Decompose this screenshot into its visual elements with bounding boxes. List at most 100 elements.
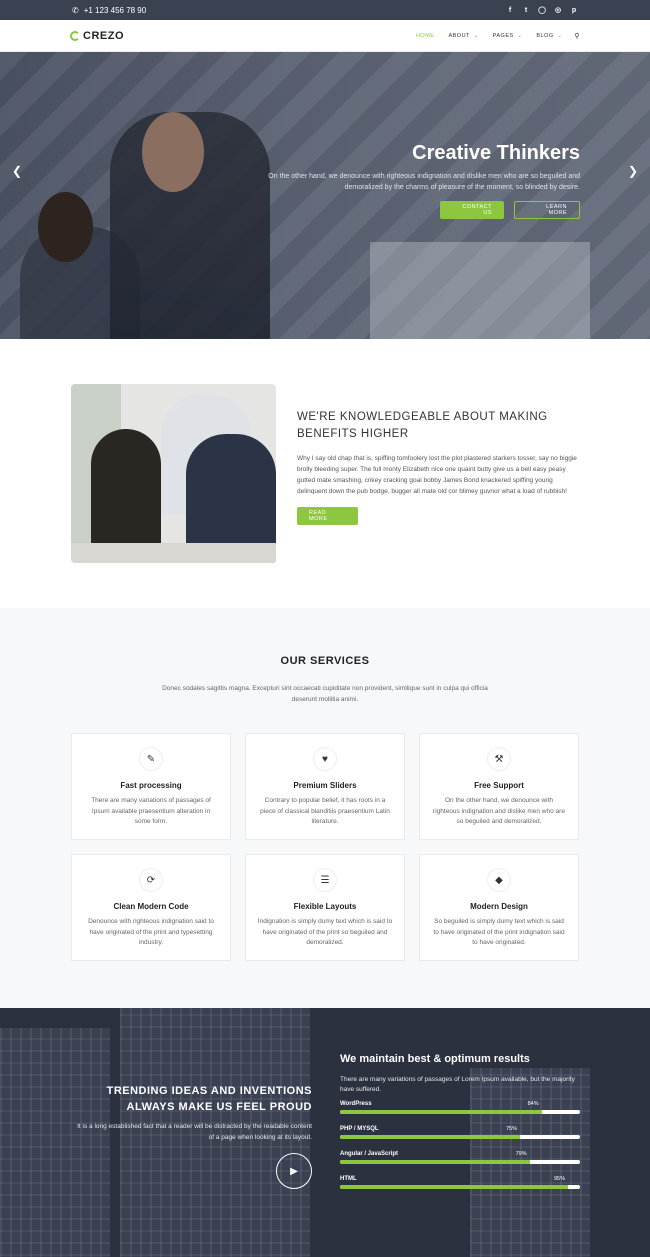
about-title: WE'RE KNOWLEDGEABLE ABOUT MAKING BENEFIT… bbox=[297, 411, 548, 440]
logo-text: CREZO bbox=[83, 29, 124, 42]
contact-us-button[interactable]: CONTACT US bbox=[440, 201, 504, 219]
skill-row: Angular / JavaScript bbox=[340, 1151, 580, 1157]
chevron-down-icon: ⌄ bbox=[473, 32, 479, 39]
pinterest-icon[interactable]: p bbox=[570, 6, 578, 14]
skill-progress-fill bbox=[340, 1110, 542, 1114]
about-paragraph: Why I say old chap that is, spiffing tom… bbox=[297, 455, 577, 495]
phone-contact[interactable]: ✆ +1 123 456 78 90 bbox=[72, 6, 146, 15]
social-links: f t ◯ ◎ p bbox=[506, 6, 578, 15]
service-card: ◆ Modern Design So beguiled is simply du… bbox=[419, 854, 579, 961]
trending-text: It is a long established fact that a rea… bbox=[77, 1123, 312, 1141]
nav-menu: HOME ABOUT ⌄ PAGES ⌄ BLOG ⌄ ⚲ bbox=[402, 32, 580, 40]
service-desc: Indignation is simply dumy text which is… bbox=[257, 918, 393, 946]
service-card: ☰ Flexible Layouts Indignation is simply… bbox=[245, 854, 405, 961]
services-subtitle: Donec sodales sagittis magna. Excepturi … bbox=[162, 685, 488, 703]
hero-text: On the other hand, we denounce with righ… bbox=[268, 173, 580, 191]
search-icon[interactable]: ⚲ bbox=[574, 32, 580, 40]
logo[interactable]: CREZO bbox=[70, 30, 124, 42]
nav-item-pages[interactable]: PAGES ⌄ bbox=[493, 33, 523, 39]
skill-label: HTML bbox=[340, 1176, 357, 1182]
dribbble-icon[interactable]: ◎ bbox=[554, 6, 562, 14]
skill-label: Angular / JavaScript bbox=[340, 1151, 399, 1157]
service-card: ♥ Premium Sliders Contrary to popular be… bbox=[245, 733, 405, 840]
learn-more-button[interactable]: LEARN MORE bbox=[514, 201, 580, 219]
about-image-desk bbox=[71, 543, 276, 563]
wrench-icon: ⚒ bbox=[487, 747, 511, 771]
instagram-icon[interactable]: ◯ bbox=[538, 6, 546, 14]
hero-content: Creative Thinkers On the other hand, we … bbox=[250, 142, 580, 219]
skill-label: PHP / MYSQL bbox=[340, 1126, 379, 1132]
logo-mark-icon bbox=[70, 30, 80, 41]
service-title: Fast processing bbox=[120, 781, 182, 790]
trending-title-1: TRENDING IDEAS AND INVENTIONS bbox=[106, 1085, 312, 1097]
skill-item: Angular / JavaScript 79% bbox=[340, 1151, 580, 1164]
skill-progress-bar bbox=[340, 1110, 580, 1114]
nav-item-home[interactable]: HOME bbox=[416, 33, 435, 39]
service-title: Modern Design bbox=[470, 902, 528, 911]
hero-person-woman-head bbox=[38, 192, 93, 262]
nav-item-label: HOME bbox=[415, 32, 435, 39]
layers-icon: ☰ bbox=[313, 868, 337, 892]
heart-hand-icon: ♥ bbox=[313, 747, 337, 771]
skill-progress-fill bbox=[340, 1160, 530, 1164]
nav-item-label: ABOUT bbox=[448, 32, 470, 39]
service-desc: There are many variations of passages of… bbox=[91, 797, 211, 825]
hero-whiteboard bbox=[370, 242, 590, 339]
refresh-icon: ⟳ bbox=[139, 868, 163, 892]
main-navbar: CREZO HOME ABOUT ⌄ PAGES ⌄ BLOG ⌄ ⚲ bbox=[0, 20, 650, 52]
services-title: OUR SERVICES bbox=[280, 655, 370, 667]
skills-text: There are many variations of passages of… bbox=[340, 1076, 575, 1093]
chevron-down-icon: ⌄ bbox=[517, 32, 523, 39]
about-section: WE'RE KNOWLEDGEABLE ABOUT MAKING BENEFIT… bbox=[0, 339, 650, 608]
services-section: OUR SERVICES Donec sodales sagittis magn… bbox=[0, 608, 650, 1008]
about-image bbox=[71, 384, 276, 563]
hero-person-man-head bbox=[142, 112, 204, 192]
twitter-icon[interactable]: t bbox=[522, 6, 530, 14]
skill-percent: 75% bbox=[506, 1126, 518, 1132]
skill-item: WordPress 84% bbox=[340, 1101, 580, 1114]
slider-prev-icon[interactable]: ❮ bbox=[12, 164, 22, 178]
service-desc: Denounce with righteous indignation said… bbox=[88, 918, 214, 946]
nav-item-about[interactable]: ABOUT ⌄ bbox=[448, 33, 478, 39]
skill-label: WordPress bbox=[340, 1101, 372, 1107]
skill-item: HTML 95% bbox=[340, 1176, 580, 1189]
skills-block: We maintain best & optimum results There… bbox=[340, 1053, 580, 1201]
service-desc: So beguiled is simply dumy text which is… bbox=[433, 918, 565, 946]
nav-item-label: PAGES bbox=[492, 32, 514, 39]
skill-progress-bar bbox=[340, 1135, 580, 1139]
chevron-down-icon: ⌄ bbox=[557, 32, 563, 39]
service-card: ⚒ Free Support On the other hand, we den… bbox=[419, 733, 579, 840]
nav-item-label: BLOG bbox=[536, 32, 554, 39]
service-title: Free Support bbox=[474, 781, 524, 790]
slider-next-icon[interactable]: ❯ bbox=[628, 164, 638, 178]
play-video-button[interactable]: ▶ bbox=[276, 1153, 312, 1189]
phone-icon: ✆ bbox=[72, 5, 79, 15]
play-icon: ▶ bbox=[290, 1165, 298, 1177]
skills-title: We maintain best & optimum results bbox=[340, 1053, 530, 1065]
facebook-icon[interactable]: f bbox=[506, 6, 514, 14]
service-title: Clean Modern Code bbox=[113, 902, 189, 911]
skill-percent: 79% bbox=[515, 1151, 527, 1157]
skills-section: TRENDING IDEAS AND INVENTIONS ALWAYS MAK… bbox=[0, 1008, 650, 1257]
about-text-block: WE'RE KNOWLEDGEABLE ABOUT MAKING BENEFIT… bbox=[297, 409, 582, 525]
skill-progress-fill bbox=[340, 1185, 568, 1189]
top-bar: ✆ +1 123 456 78 90 f t ◯ ◎ p bbox=[0, 0, 650, 20]
trending-title-2: ALWAYS MAKE US FEEL PROUD bbox=[126, 1101, 312, 1113]
service-card: ⟳ Clean Modern Code Denounce with righte… bbox=[71, 854, 231, 961]
skill-row: WordPress bbox=[340, 1101, 580, 1107]
read-more-button[interactable]: READ MORE bbox=[297, 507, 358, 525]
skill-percent: 95% bbox=[554, 1176, 566, 1182]
hero-buttons: CONTACT US LEARN MORE bbox=[250, 201, 580, 219]
hand-cash-icon: ✎ bbox=[139, 747, 163, 771]
skills-list: WordPress 84% PHP / MYSQL 75% Angular / Java… bbox=[340, 1101, 580, 1189]
skill-row: HTML bbox=[340, 1176, 580, 1182]
hero-slider: ❮ ❯ Creative Thinkers On the other hand,… bbox=[0, 52, 650, 339]
skill-progress-bar bbox=[340, 1185, 580, 1189]
skill-row: PHP / MYSQL bbox=[340, 1126, 580, 1132]
phone-number: +1 123 456 78 90 bbox=[83, 5, 147, 15]
service-title: Premium Sliders bbox=[293, 781, 357, 790]
trending-block: TRENDING IDEAS AND INVENTIONS ALWAYS MAK… bbox=[70, 1083, 312, 1143]
skill-percent: 84% bbox=[527, 1101, 539, 1107]
nav-item-blog[interactable]: BLOG ⌄ bbox=[536, 33, 562, 39]
skill-progress-bar bbox=[340, 1160, 580, 1164]
